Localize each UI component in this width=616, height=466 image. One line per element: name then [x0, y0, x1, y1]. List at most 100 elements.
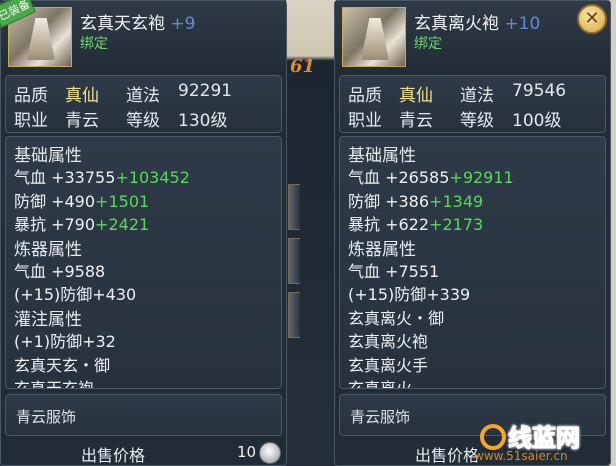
level-value: 130级: [178, 111, 228, 131]
attribute-text: 灌注属性: [14, 309, 82, 330]
attribute-bonus: +2173: [429, 215, 484, 235]
attribute-line: (+15)防御+430: [14, 281, 136, 305]
attribute-line: 暴抗 +790+2421: [14, 211, 149, 235]
close-icon[interactable]: ✕: [577, 4, 607, 34]
career-label: 职业: [14, 111, 48, 131]
attribute-text: 气血 +26585: [348, 168, 450, 188]
quality-label: 品质: [348, 86, 382, 106]
enhance-level: +9: [170, 14, 196, 34]
attribute-text: 暴抗 +622: [348, 215, 430, 235]
attribute-line: 防御 +490+1501: [14, 188, 149, 212]
sell-price-label: 出售价格: [81, 446, 146, 465]
attribute-line: (+1)防御+32: [14, 328, 116, 352]
attribute-heading: 炼器属性: [348, 235, 416, 260]
attributes-section: 基础属性 气血 +26585+92911 防御 +386+1349 暴抗 +622+2…: [339, 136, 606, 389]
robe-icon-figure: [361, 18, 389, 60]
attributes-section: 基础属性 气血 +33755+103452 防御 +490+1501 暴抗 +790+…: [5, 136, 282, 389]
item-type: 青云服饰: [350, 408, 411, 426]
item-name-text: 玄真天玄袍: [80, 14, 165, 34]
item-type-section: 青云服饰: [5, 394, 282, 436]
item-stats-section: 品质 真仙 道法 92291 职业 青云 等级 130级: [5, 75, 282, 133]
item-stats-section: 品质 真仙 道法 79546 职业 青云 等级 100级: [339, 75, 606, 170]
attribute-bonus: +1501: [95, 191, 150, 211]
attribute-line: 气血 +33755+103452: [14, 164, 190, 188]
attribute-text: 玄真离火袍: [348, 332, 429, 352]
attribute-text: 玄真离火...: [348, 379, 428, 389]
attribute-line: 玄真离火・御: [348, 305, 444, 329]
watermark-logo: 线蓝网: [480, 418, 581, 453]
equipped-item-tooltip: 已装备 玄真天玄袍 +9 绑定 品质 真仙 道法 92291 职业 青云 等级 …: [0, 0, 287, 466]
item-type: 青云服饰: [16, 408, 77, 426]
attribute-text: 气血 +9588: [14, 262, 106, 281]
attribute-text: 防御 +386: [348, 191, 430, 211]
background-slot: [288, 292, 300, 338]
sell-price-value: 10: [237, 443, 257, 461]
daofa-label: 道法: [126, 86, 160, 106]
attribute-text: 基础属性: [14, 146, 82, 166]
attribute-line: (+15)防御+339: [348, 281, 470, 305]
item-name: 玄真天玄袍 +9: [80, 9, 195, 34]
background-number: 61: [290, 56, 316, 77]
career-label: 职业: [348, 111, 382, 131]
watermark-ring-icon: [480, 424, 506, 450]
level-value: 100级: [512, 111, 562, 131]
attribute-heading: 炼器属性: [14, 235, 82, 260]
career-value: 青云: [399, 111, 433, 131]
background-scene: 61: [286, 0, 336, 466]
silver-coin-icon: [259, 442, 281, 464]
attribute-text: 玄真离火手: [348, 355, 429, 375]
attribute-text: 炼器属性: [14, 239, 82, 260]
level-label: 等级: [126, 111, 160, 131]
attribute-line: 防御 +386+1349: [348, 188, 483, 212]
attribute-line: 气血 +9588: [14, 258, 105, 282]
attribute-line: 玄真天玄・御: [14, 352, 110, 376]
watermark-logo-text: 线蓝网: [508, 424, 581, 453]
level-label: 等级: [460, 111, 494, 131]
attribute-line: 气血 +7551: [348, 258, 439, 282]
quality-value: 真仙: [65, 86, 99, 106]
daofa-label: 道法: [460, 86, 494, 106]
attribute-line: 气血 +26585+92911: [348, 164, 514, 188]
robe-icon[interactable]: [342, 7, 406, 67]
robe-icon-figure: [27, 18, 55, 60]
attribute-bonus: +103452: [115, 168, 190, 188]
attribute-heading: 基础属性: [14, 141, 82, 166]
attribute-line: 玄真天玄袍: [14, 375, 95, 389]
bound-status: 绑定: [80, 36, 108, 52]
background-slot: [288, 184, 300, 230]
attribute-text: 气血 +7551: [348, 262, 440, 281]
site-watermark: 线蓝网 www.51saiеr.cn: [466, 418, 614, 464]
enhance-level: +10: [504, 14, 541, 34]
attribute-text: 暴抗 +790: [14, 215, 96, 235]
attribute-line: 玄真离火...: [348, 375, 428, 389]
compare-item-tooltip: 玄真离火袍 +10 绑定 ✕ 品质 真仙 道法 79546 职业 青云 等级 1…: [334, 0, 611, 466]
item-header: 已装备 玄真天玄袍 +9 绑定: [0, 0, 286, 73]
attribute-text: 玄真天玄袍: [14, 379, 95, 389]
attribute-text: (+1)防御+32: [14, 332, 116, 352]
attribute-bonus: +1349: [429, 191, 484, 211]
background-slot: [288, 238, 300, 284]
attribute-text: 玄真离火・御: [348, 308, 445, 328]
item-name-text: 玄真离火袍: [414, 14, 499, 34]
bound-status: 绑定: [414, 36, 442, 52]
attribute-line: 玄真离火袍: [348, 328, 428, 352]
item-header: 玄真离火袍 +10 绑定 ✕: [335, 1, 610, 73]
item-name: 玄真离火袍 +10: [414, 9, 540, 34]
attribute-line: 暴抗 +622+2173: [348, 211, 483, 235]
attribute-bonus: +2421: [95, 215, 150, 235]
attribute-text: (+15)防御+339: [348, 285, 471, 305]
attribute-line: 玄真离火手: [348, 352, 428, 376]
quality-label: 品质: [14, 86, 48, 106]
daofa-value: 79546: [512, 81, 567, 101]
watermark-url: www.51saiеr.cn: [474, 449, 568, 463]
attribute-text: 防御 +490: [14, 191, 96, 211]
attribute-bonus: +92911: [449, 168, 514, 188]
sell-price-row: 出售价格 10: [1, 438, 286, 466]
quality-value: 真仙: [399, 86, 433, 106]
attribute-heading: 基础属性: [348, 141, 416, 166]
attribute-text: 玄真天玄・御: [14, 355, 111, 375]
attribute-text: 基础属性: [348, 146, 416, 166]
attribute-heading: 灌注属性: [14, 305, 82, 330]
career-value: 青云: [65, 111, 99, 131]
attribute-text: (+15)防御+430: [14, 285, 137, 305]
